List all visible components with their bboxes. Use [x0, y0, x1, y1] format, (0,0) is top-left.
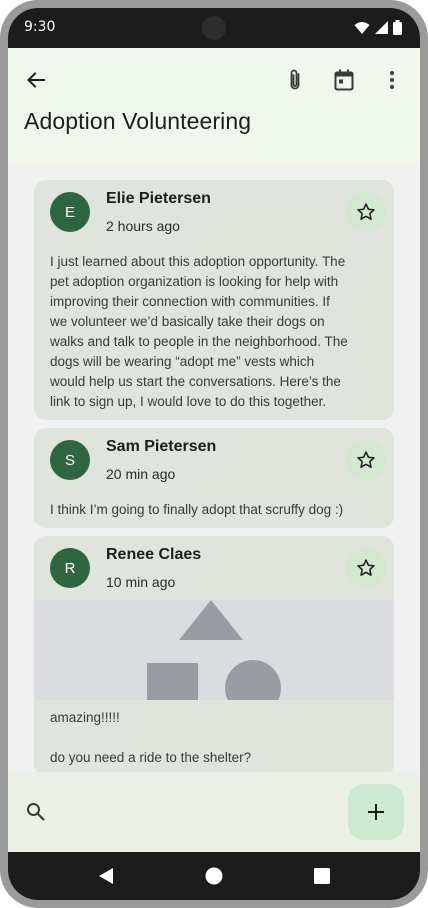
message-time: 20 min ago [106, 466, 176, 482]
arrow-back-icon [27, 72, 45, 88]
message-card[interactable]: S Sam Pietersen 20 min ago I think I’m g… [34, 428, 394, 528]
message-body: I think I’m going to finally adopt that … [50, 500, 380, 520]
nav-recents-icon[interactable] [314, 868, 330, 884]
star-button[interactable] [346, 548, 386, 588]
avatar[interactable]: S [50, 440, 90, 480]
placeholder-shapes-icon [147, 600, 281, 700]
message-line: pet adoption organization is looking for… [50, 274, 339, 289]
message-line: improving their connection with communit… [50, 294, 330, 309]
message-line: dogs will be wearing “adopt me” vests wh… [50, 354, 315, 369]
message-line: I just learned about this adoption oppor… [50, 254, 346, 269]
sender-name: Sam Pietersen [106, 438, 217, 455]
more-vert-icon [390, 71, 394, 89]
more-options-button[interactable] [372, 60, 412, 100]
sender-name: Renee Claes [106, 546, 202, 563]
wifi-icon [354, 21, 370, 34]
system-nav-bar [8, 852, 420, 900]
search-button[interactable] [16, 792, 56, 832]
status-icons [354, 20, 402, 35]
message-body: amazing!!!!! do you need a ride to the s… [50, 708, 380, 768]
message-time: 10 min ago [106, 574, 176, 590]
message-line: walks and talk to people in the neighbor… [50, 334, 348, 349]
page-title: Adoption Volunteering [24, 108, 252, 134]
calendar-icon [334, 69, 354, 91]
message-list[interactable]: E Elie Pietersen 2 hours ago I just lear… [8, 164, 420, 772]
message-time: 2 hours ago [106, 218, 180, 234]
bottom-app-bar [8, 772, 420, 852]
star-button[interactable] [346, 440, 386, 480]
message-card[interactable]: E Elie Pietersen 2 hours ago I just lear… [34, 180, 394, 420]
message-line: we volunteer we’d basically take their d… [50, 314, 325, 329]
sender-name: Elie Pietersen [106, 190, 211, 207]
message-card[interactable]: R Renee Claes 10 min ago amazing!!!!! do… [34, 536, 394, 772]
star-outline-icon [357, 203, 375, 220]
message-line: would help us start the conversations. H… [50, 374, 341, 389]
paperclip-icon [290, 69, 300, 90]
status-time: 9:30 [24, 19, 56, 35]
star-outline-icon [357, 451, 375, 468]
search-icon [27, 803, 45, 821]
camera-cutout [202, 16, 226, 40]
status-bar: 9:30 [8, 8, 420, 48]
message-body: I just learned about this adoption oppor… [50, 252, 380, 412]
message-line: do you need a ride to the shelter? [50, 750, 252, 765]
image-placeholder[interactable] [34, 600, 394, 700]
message-line: link to sign up, I would love to do this… [50, 394, 327, 409]
avatar[interactable]: R [50, 548, 90, 588]
calendar-button[interactable] [324, 60, 364, 100]
message-line: amazing!!!!! [50, 710, 120, 725]
star-button[interactable] [346, 192, 386, 232]
screen: 9:30 Adoption Volunteering E Elie Pieter… [8, 8, 420, 900]
device-frame: 9:30 Adoption Volunteering E Elie Pieter… [0, 0, 428, 908]
top-app-bar: Adoption Volunteering [8, 48, 420, 164]
compose-fab[interactable] [348, 784, 404, 840]
nav-home-icon[interactable] [205, 867, 223, 885]
message-line: I think I’m going to finally adopt that … [50, 502, 344, 517]
battery-icon [393, 20, 402, 35]
attach-button[interactable] [275, 60, 315, 100]
avatar[interactable]: E [50, 192, 90, 232]
nav-back-icon[interactable] [98, 867, 114, 885]
back-button[interactable] [16, 60, 56, 100]
plus-icon [368, 804, 384, 820]
message-line-blank [50, 728, 380, 748]
star-outline-icon [357, 559, 375, 576]
signal-icon [375, 21, 388, 34]
